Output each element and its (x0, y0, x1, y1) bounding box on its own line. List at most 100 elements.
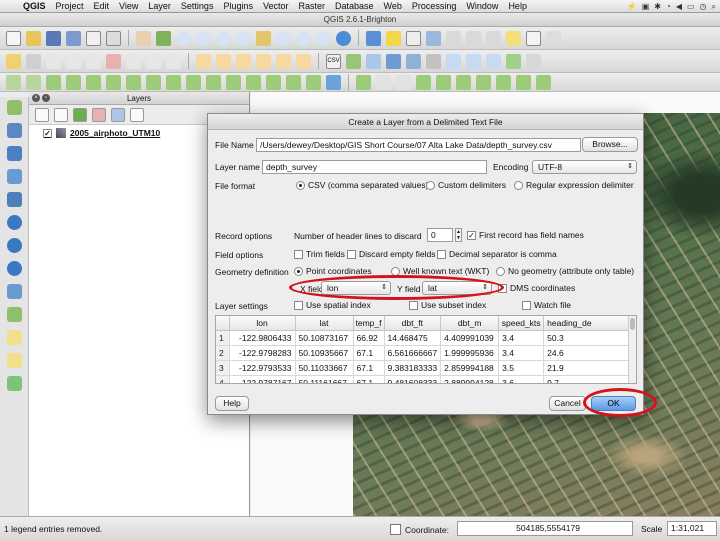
sample-data-table[interactable]: lon lat temp_f dbt_ft dbt_m speed_kts he… (215, 315, 637, 384)
add-ring-icon[interactable] (66, 74, 81, 90)
add-delimited-text-icon[interactable]: CSV (326, 53, 341, 69)
decimal-comma-checkbox[interactable]: Decimal separator is comma (437, 249, 557, 259)
coordinate-field[interactable]: 504185,5554179 (457, 521, 633, 536)
new-spatialite-layer-icon[interactable] (7, 330, 22, 345)
delete-selected-icon[interactable] (106, 53, 121, 69)
deselect-icon[interactable] (406, 30, 421, 46)
display-icon[interactable]: ▣ (642, 2, 650, 11)
menu-database[interactable]: Database (330, 1, 379, 11)
column-header[interactable]: heading_de (543, 316, 632, 331)
raster-terrain-icon[interactable] (456, 74, 471, 90)
flash-icon[interactable]: ⚡ (627, 2, 637, 11)
header-lines-field[interactable]: 0 (427, 228, 453, 242)
add-raster-icon[interactable] (7, 123, 22, 138)
toggle-editing-icon[interactable] (6, 53, 21, 69)
open-project-icon[interactable] (26, 30, 41, 46)
first-record-checkbox[interactable]: ✓ First record has field names (467, 230, 584, 240)
new-project-icon[interactable] (6, 30, 21, 46)
map-tips-icon[interactable] (506, 30, 521, 46)
heatmap-icon[interactable] (436, 74, 451, 90)
select-features-icon[interactable] (386, 30, 401, 46)
watch-file-checkbox[interactable]: Watch file (522, 300, 571, 310)
bluetooth-icon[interactable]: ✱ (654, 2, 661, 11)
copy-features-icon[interactable] (146, 53, 161, 69)
save-project-icon[interactable] (46, 30, 61, 46)
layer-item[interactable]: ✓ 2005_airphoto_UTM10 (43, 128, 160, 138)
composer-manager-icon[interactable] (106, 30, 121, 46)
add-vector-layer-icon[interactable] (346, 53, 361, 69)
statistics-icon[interactable] (466, 30, 481, 46)
zoom-next-icon[interactable] (316, 30, 331, 46)
column-header[interactable]: lon (229, 316, 296, 331)
dms-checkbox[interactable]: DMS coordinates (498, 283, 575, 293)
scrollbar-thumb[interactable] (630, 318, 635, 330)
remove-layer-icon[interactable] (130, 107, 144, 122)
add-delimited-icon[interactable] (7, 376, 22, 391)
add-mssql-layer-icon[interactable] (426, 53, 441, 69)
expand-all-icon[interactable] (92, 107, 106, 122)
trim-fields-checkbox[interactable]: Trim fields (294, 249, 345, 259)
split-parts-icon[interactable] (226, 74, 241, 90)
add-postgis-layer-icon[interactable] (386, 53, 401, 69)
cut-features-icon[interactable] (126, 53, 141, 69)
help-button[interactable]: Help (215, 396, 249, 411)
offset-curve-icon[interactable] (186, 74, 201, 90)
add-wms-icon[interactable] (7, 215, 22, 230)
filter-legend-icon[interactable] (73, 107, 87, 122)
menu-help[interactable]: Help (503, 1, 532, 11)
clock-icon[interactable]: ◷ (700, 2, 707, 11)
format-csv-radio[interactable]: CSV (comma separated values) (296, 180, 428, 190)
add-wms-layer-icon[interactable] (446, 53, 461, 69)
merge-attributes-icon[interactable] (266, 74, 281, 90)
label-tool-icon[interactable] (196, 53, 211, 69)
field-calculator-icon[interactable] (446, 30, 461, 46)
refresh-icon[interactable] (336, 30, 351, 46)
menu-layer[interactable]: Layer (143, 1, 176, 11)
merge-features-icon[interactable] (246, 74, 261, 90)
format-regex-radio[interactable]: Regular expression delimiter (514, 180, 634, 190)
menu-project[interactable]: Project (51, 1, 89, 11)
cancel-button[interactable]: Cancel (549, 396, 586, 411)
layer-visibility-checkbox[interactable]: ✓ (43, 128, 52, 138)
menu-view[interactable]: View (114, 1, 143, 11)
scale-field[interactable]: 1:31,021 (667, 521, 717, 536)
capture-icon[interactable] (326, 74, 341, 90)
add-raster-layer-icon[interactable] (366, 53, 381, 69)
table-scrollbar[interactable] (628, 316, 636, 383)
open-attribute-table-icon[interactable] (426, 30, 441, 46)
add-wfs-layer-icon[interactable] (486, 53, 501, 69)
zoom-to-layer-icon[interactable] (276, 30, 291, 46)
close-panel-icon[interactable]: × (32, 94, 40, 102)
float-panel-icon[interactable]: ▫ (42, 94, 50, 102)
add-wfs-icon[interactable] (7, 261, 22, 276)
browse-button[interactable]: Browse... (582, 137, 638, 152)
add-gps-icon[interactable] (7, 284, 22, 299)
volume-icon[interactable]: ◀ (676, 2, 682, 11)
coordinate-capture-icon[interactable] (396, 74, 411, 90)
gps-tool-icon[interactable] (356, 74, 371, 90)
move-feature-icon[interactable] (66, 53, 81, 69)
menu-edit[interactable]: Edit (89, 1, 115, 11)
encoding-select[interactable]: UTF-8 ⇕ (532, 160, 637, 174)
zoom-to-selection-icon[interactable] (256, 30, 271, 46)
delete-part-icon[interactable] (146, 74, 161, 90)
zonal-statistics-icon[interactable] (536, 74, 551, 90)
delete-ring-icon[interactable] (126, 74, 141, 90)
menu-window[interactable]: Window (461, 1, 503, 11)
new-shapefile-icon[interactable] (506, 53, 521, 69)
spatial-query-icon[interactable] (476, 74, 491, 90)
undo-icon[interactable] (6, 74, 21, 90)
pan-hand-icon[interactable] (136, 30, 151, 46)
geom-point-radio[interactable]: Point coordinates (294, 266, 372, 276)
zoom-in-icon[interactable] (176, 30, 191, 46)
interpolation-icon[interactable] (416, 74, 431, 90)
file-name-field[interactable]: /Users/dewey/Desktop/GIS Short Course/07… (256, 138, 581, 152)
collapse-all-icon[interactable] (111, 107, 125, 122)
measure-icon[interactable] (486, 30, 501, 46)
subset-index-checkbox[interactable]: Use subset index (409, 300, 486, 310)
topology-checker-icon[interactable] (496, 74, 511, 90)
zoom-actual-size-icon[interactable] (216, 30, 231, 46)
pan-to-selection-icon[interactable] (156, 30, 171, 46)
spotlight-icon[interactable]: ⌕ (712, 2, 716, 12)
simplify-feature-icon[interactable] (46, 74, 61, 90)
